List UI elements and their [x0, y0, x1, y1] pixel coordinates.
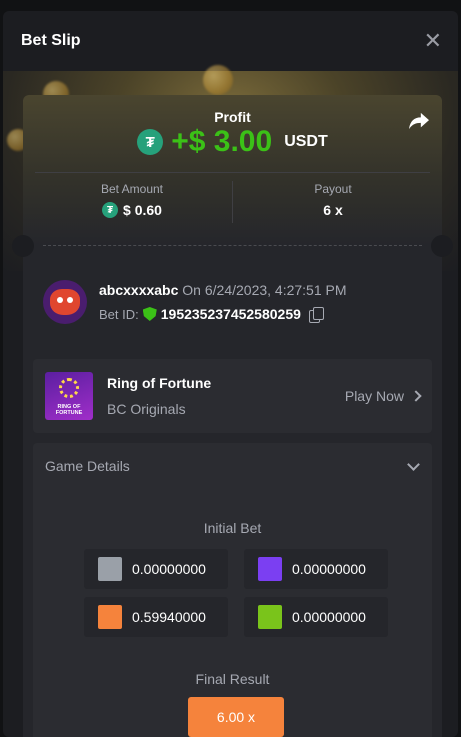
bet-id-value: 195235237452580259: [160, 306, 301, 322]
chevron-right-icon: [410, 390, 422, 402]
play-now-button[interactable]: Play Now: [344, 388, 422, 404]
final-result-badge: 6.00 x: [188, 697, 284, 737]
game-details-toggle[interactable]: Game Details: [33, 443, 432, 489]
tether-icon: ₮: [102, 202, 119, 218]
bet-value: 0.00000000: [132, 561, 206, 577]
bet-cell: 0.00000000: [84, 549, 228, 589]
tether-icon: ₮: [137, 129, 164, 155]
final-result-label: Final Result: [195, 671, 270, 687]
divider: [35, 172, 430, 173]
payout-label: Payout: [314, 182, 352, 196]
color-swatch: [258, 605, 282, 629]
bet-amount-value-row: ₮ $ 0.60: [33, 202, 231, 218]
bet-date: On 6/24/2023, 4:27:51 PM: [182, 282, 347, 298]
game-details-panel: Game Details Initial Bet 0.00000000 0.00…: [33, 443, 432, 737]
close-icon[interactable]: ✕: [424, 30, 442, 52]
avatar[interactable]: [43, 280, 87, 324]
play-now-label: Play Now: [344, 388, 404, 404]
game-row[interactable]: RING OF FORTUNE Ring of Fortune BC Origi…: [33, 359, 432, 433]
user-info: abcxxxxabc On 6/24/2023, 4:27:51 PM Bet …: [43, 280, 347, 324]
payout-value: 6 x: [323, 202, 343, 218]
bet-id-label: Bet ID:: [99, 306, 139, 322]
initial-bet-label: Initial Bet: [203, 520, 262, 536]
wheel-icon: [59, 378, 79, 398]
game-info: Ring of Fortune BC Originals: [107, 375, 345, 417]
bet-amount: Bet Amount ₮ $ 0.60: [33, 182, 231, 218]
bet-cell: 0.00000000: [244, 549, 388, 589]
bet-amount-label: Bet Amount: [100, 182, 164, 196]
profit-panel: Profit ₮ +$ 3.00 USDT Bet Amount ₮ $ 0.6…: [23, 95, 442, 245]
game-thumbnail: RING OF FORTUNE: [45, 372, 93, 420]
chevron-down-icon[interactable]: [407, 457, 420, 471]
game-details-title: Game Details: [45, 458, 130, 474]
profit-unit: USDT: [284, 133, 328, 150]
profit-value: +$ 3.00: [171, 125, 273, 158]
payout: Payout 6 x: [234, 182, 432, 218]
game-thumb-text: RING OF FORTUNE: [55, 404, 83, 416]
color-swatch: [258, 557, 282, 581]
profit-row: ₮ +$ 3.00 USDT: [23, 125, 442, 159]
dragon-avatar-icon: [50, 289, 80, 315]
color-swatch: [98, 557, 122, 581]
bet-value: 0.59940000: [132, 609, 206, 625]
bet-value: 0.00000000: [292, 609, 366, 625]
user-name[interactable]: abcxxxxabc: [99, 282, 178, 298]
bet-slip-modal: Bet Slip ✕ Profit ₮ +$ 3.00 USDT Bet Amo…: [3, 11, 458, 737]
bet-amount-value: $ 0.60: [123, 202, 162, 218]
ticket-notch: [431, 235, 453, 257]
dashed-divider: [43, 245, 422, 246]
copy-icon[interactable]: [308, 307, 324, 323]
shield-check-icon: [142, 307, 157, 321]
profit-label: Profit: [214, 109, 251, 125]
share-icon[interactable]: [408, 111, 430, 131]
bet-cell: 0.59940000: [84, 597, 228, 637]
game-name: Ring of Fortune: [107, 375, 212, 391]
modal-title: Bet Slip: [21, 32, 81, 49]
bet-card: Profit ₮ +$ 3.00 USDT Bet Amount ₮ $ 0.6…: [12, 95, 453, 737]
game-provider: BC Originals: [107, 401, 186, 417]
user-details: abcxxxxabc On 6/24/2023, 4:27:51 PM Bet …: [99, 280, 347, 324]
divider: [232, 181, 233, 223]
user-line: abcxxxxabc On 6/24/2023, 4:27:51 PM: [99, 282, 347, 298]
bet-id-row: Bet ID: 195235237452580259: [99, 306, 347, 323]
modal-header: Bet Slip ✕: [3, 11, 458, 71]
bet-value: 0.00000000: [292, 561, 366, 577]
color-swatch: [98, 605, 122, 629]
bet-cell: 0.00000000: [244, 597, 388, 637]
ticket-notch: [12, 235, 34, 257]
